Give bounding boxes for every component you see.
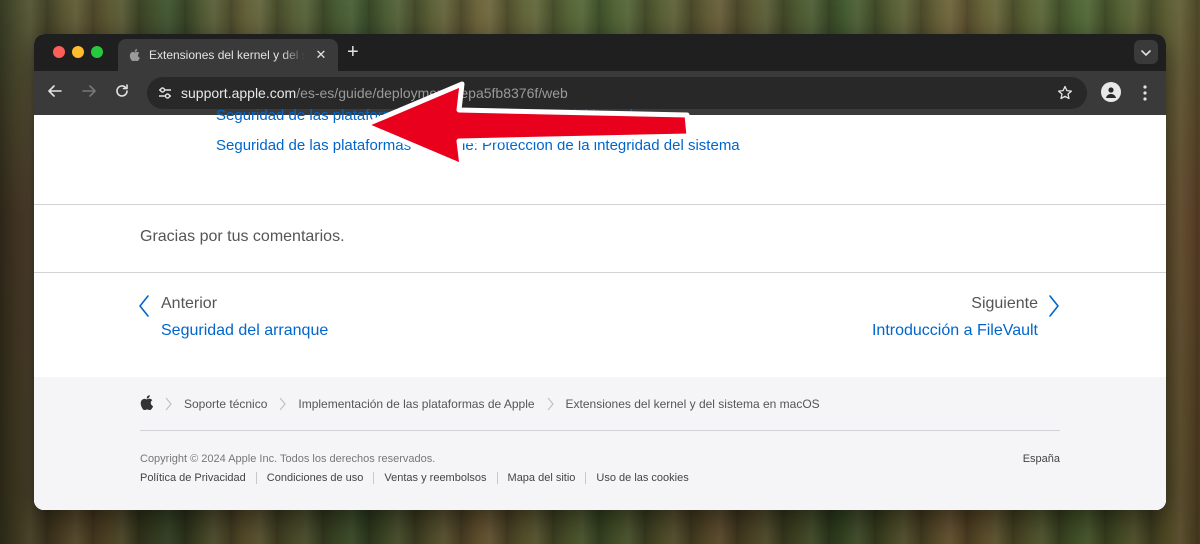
- next-label: Siguiente: [971, 295, 1038, 312]
- close-icon[interactable]: ✕: [314, 47, 328, 63]
- tab-search-button[interactable]: [1134, 40, 1158, 64]
- apple-logo-icon[interactable]: [140, 395, 154, 413]
- chevron-right-icon[interactable]: [1048, 294, 1060, 323]
- breadcrumb-chevron-icon: [547, 397, 554, 411]
- legal-links: Política de Privacidad Condiciones de us…: [140, 472, 699, 484]
- close-window-button[interactable]: [53, 46, 65, 58]
- chevron-down-icon: [1141, 43, 1151, 61]
- apple-logo-icon: [128, 49, 140, 61]
- breadcrumb-item[interactable]: Implementación de las plataformas de App…: [298, 397, 534, 411]
- site-info-icon[interactable]: [155, 83, 175, 103]
- legal-link-terms[interactable]: Condiciones de uso: [255, 472, 374, 484]
- active-tab[interactable]: Extensiones del kernel y del sistema en …: [118, 39, 338, 71]
- next-link[interactable]: Introducción a FileVault: [872, 322, 1038, 340]
- maximize-window-button[interactable]: [91, 46, 103, 58]
- legal-link-privacy[interactable]: Política de Privacidad: [140, 472, 256, 484]
- kebab-menu-icon[interactable]: [1137, 82, 1153, 104]
- reload-icon: [115, 83, 129, 103]
- previous-link[interactable]: Seguridad del arranque: [161, 322, 328, 340]
- country-selector[interactable]: España: [1023, 453, 1060, 465]
- site-footer: Soporte técnico Implementación de las pl…: [34, 377, 1166, 510]
- chevron-left-icon[interactable]: [138, 294, 150, 323]
- footer-divider: [140, 430, 1060, 431]
- profile-icon[interactable]: [1101, 82, 1121, 102]
- page-content: Seguridad de las plataformas de Apple: E…: [34, 81, 1166, 510]
- divider: [34, 204, 1166, 205]
- legal-link-sales[interactable]: Ventas y reembolsos: [373, 472, 496, 484]
- back-arrow-icon: [48, 84, 62, 103]
- url-host: support.apple.com: [181, 85, 297, 101]
- legal-link-sitemap[interactable]: Mapa del sitio: [496, 472, 586, 484]
- forward-button[interactable]: [78, 82, 100, 104]
- breadcrumb-item: Extensiones del kernel y del sistema en …: [565, 397, 820, 411]
- legal-link-cookies[interactable]: Uso de las cookies: [585, 472, 698, 484]
- tab-strip: Extensiones del kernel y del sistema en …: [34, 34, 1166, 71]
- forward-arrow-icon: [82, 84, 96, 103]
- feedback-message: Gracias por tus comentarios.: [140, 228, 345, 245]
- star-icon[interactable]: [1055, 83, 1075, 103]
- reload-button[interactable]: [111, 82, 133, 104]
- breadcrumb-chevron-icon: [165, 397, 172, 411]
- breadcrumb-chevron-icon: [279, 397, 287, 411]
- back-button[interactable]: [44, 82, 66, 104]
- breadcrumb: Soporte técnico Implementación de las pl…: [140, 395, 820, 413]
- divider: [34, 272, 1166, 273]
- browser-window: Extensiones del kernel y del sistema en …: [34, 34, 1166, 510]
- plus-icon[interactable]: +: [347, 41, 359, 63]
- copyright-text: Copyright © 2024 Apple Inc. Todos los de…: [140, 453, 436, 465]
- breadcrumb-item[interactable]: Soporte técnico: [184, 397, 267, 411]
- minimize-window-button[interactable]: [72, 46, 84, 58]
- previous-label: Anterior: [161, 295, 218, 312]
- tab-title: Extensiones del kernel y del sistema en …: [149, 48, 305, 62]
- annotation-arrow: [362, 81, 692, 169]
